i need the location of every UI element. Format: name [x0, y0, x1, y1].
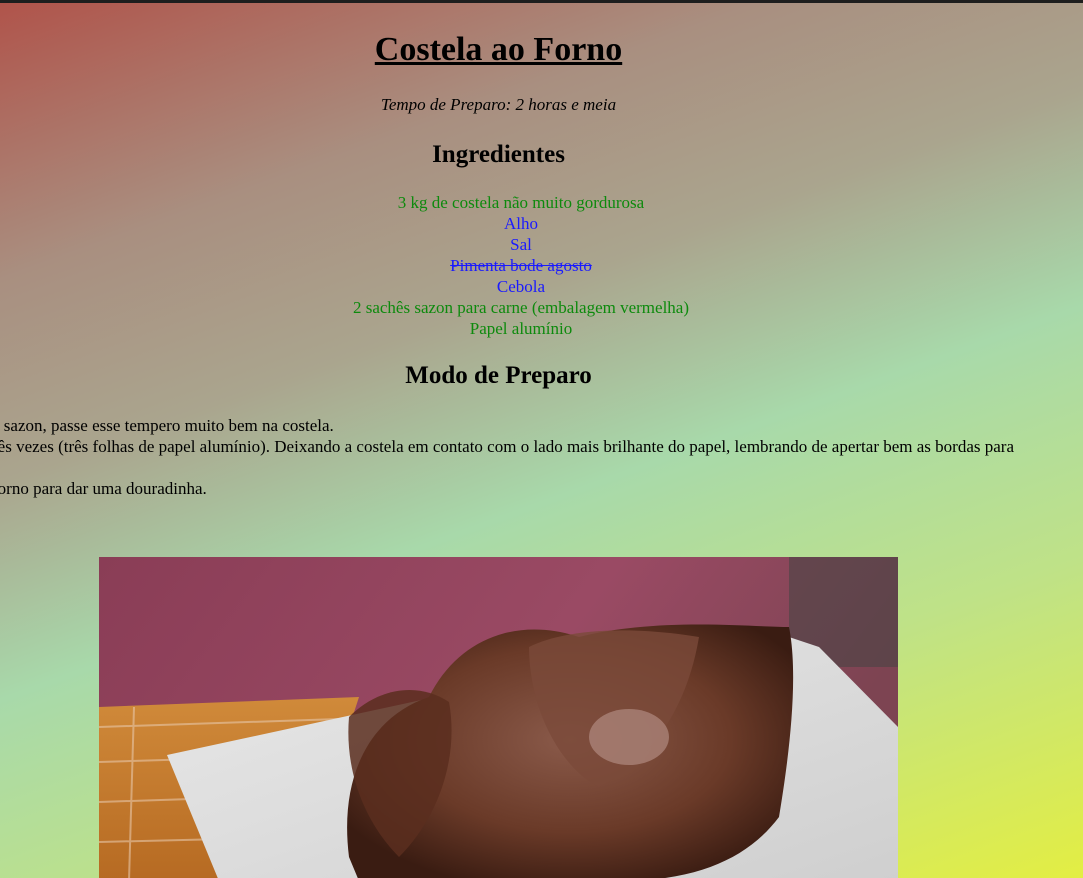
ingredient-item: 3 kg de costela não muito gordurosa — [397, 193, 645, 212]
ingredient-item: Papel alumínio — [469, 319, 573, 338]
ingredients-list: 3 kg de costela não muito gordurosa Alho… — [0, 192, 1042, 339]
method-step: e sazon, passe esse tempero muito bem na… — [0, 416, 334, 435]
recipe-photo — [99, 557, 898, 878]
prep-time: Tempo de Preparo: 2 horas e meia — [380, 95, 617, 114]
method-step: rês vezes (três folhas de papel alumínio… — [0, 437, 1014, 456]
ingredients-heading: Ingredientes — [432, 141, 565, 168]
ingredient-item: Pimenta bode agosto — [450, 256, 592, 275]
ingredient-item: Cebola — [496, 277, 546, 296]
ingredient-item: Sal — [510, 235, 532, 254]
method-step — [0, 457, 1083, 478]
method-heading: Modo de Preparo — [405, 362, 592, 389]
method-step: forno para dar uma douradinha. — [0, 479, 207, 498]
ingredient-item: Alho — [504, 214, 538, 233]
page-title: Costela ao Forno — [374, 31, 623, 68]
ingredient-item: 2 sachês sazon para carne (embalagem ver… — [352, 298, 690, 317]
method-steps: e sazon, passe esse tempero muito bem na… — [0, 415, 1083, 499]
